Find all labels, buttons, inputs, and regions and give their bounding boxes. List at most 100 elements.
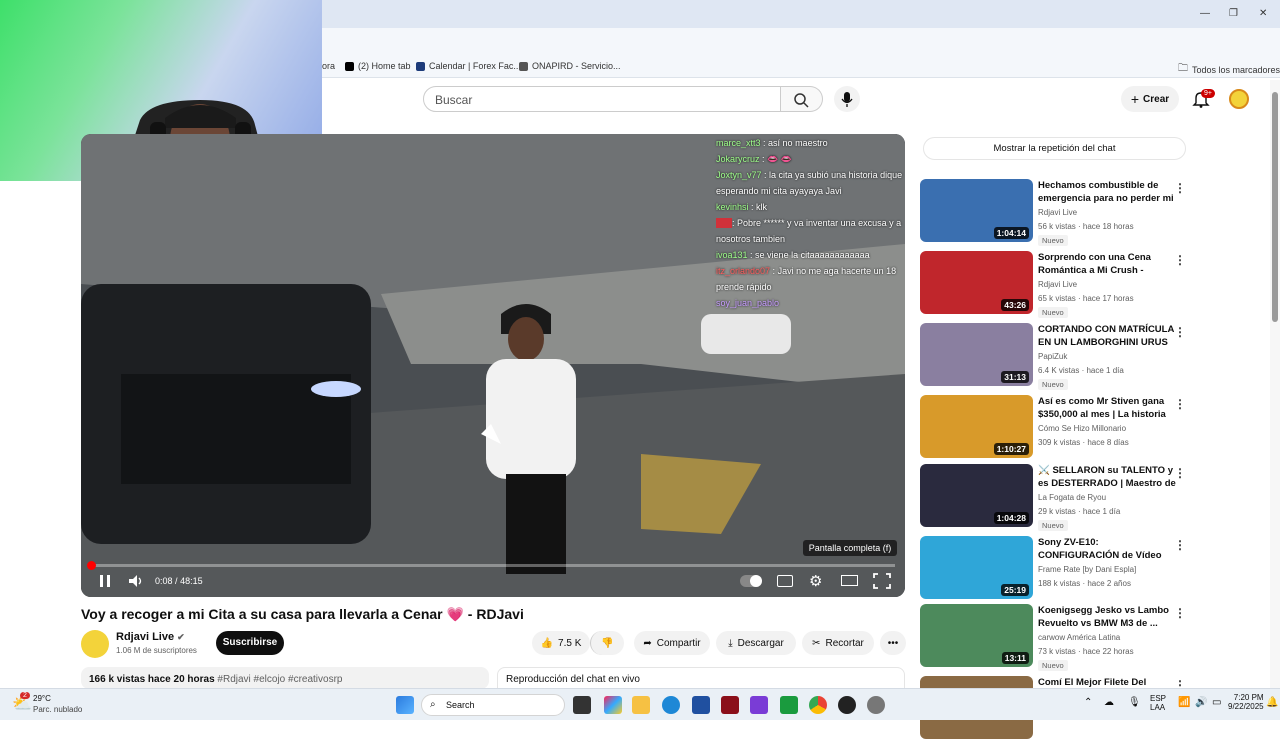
settings-icon[interactable] (867, 696, 885, 714)
recommendation-meta: 29 k vistas · hace 1 día (1038, 507, 1121, 516)
recommendation-title[interactable]: Koenigsegg Jesko vs Lambo Revuelto vs BM… (1038, 604, 1178, 630)
recommendation-title[interactable]: ⚔️ SELLARON su TALENTO y es DESTERRADO |… (1038, 464, 1178, 491)
video-thumbnail[interactable]: 31:13 (920, 323, 1033, 386)
recommendation-item[interactable]: 31:13 CORTANDO CON MATRÍCULA EN UN LAMBOR… (920, 323, 1190, 390)
create-button[interactable]: + Crear (1121, 86, 1179, 112)
search-icon (794, 93, 809, 108)
store-icon[interactable] (692, 696, 710, 714)
voice-search-button[interactable] (834, 86, 860, 112)
obs-icon[interactable] (838, 696, 856, 714)
recommendation-item[interactable]: 1:10:27 Así es como Mr Stiven gana $350,0… (920, 395, 1190, 459)
battery-icon[interactable]: ▭ (1212, 697, 1221, 708)
volume-button[interactable] (128, 574, 144, 593)
recommendation-channel[interactable]: Frame Rate [by Dani Espla] (1038, 565, 1136, 574)
download-button[interactable]: ⤓ Descargar (716, 631, 796, 655)
all-bookmarks[interactable]: 🗀 Todos los marcadores (1178, 61, 1280, 78)
settings-gear-icon[interactable]: ⚙ (809, 572, 822, 590)
more-options-icon[interactable]: ⋮ (1174, 466, 1186, 480)
chrome-icon[interactable] (809, 696, 827, 714)
recommendation-title[interactable]: Así es como Mr Stiven gana $350,000 al m… (1038, 395, 1178, 422)
recommendation-title[interactable]: Sorprendo con una Cena Romántica a Mi Cr… (1038, 251, 1178, 278)
recommendation-channel[interactable]: carwow América Latina (1038, 633, 1120, 642)
close-icon[interactable]: ✕ (1259, 8, 1267, 19)
restore-icon[interactable]: ❐ (1229, 8, 1238, 19)
video-thumbnail[interactable]: 13:11 (920, 604, 1033, 667)
theater-mode-icon[interactable] (841, 575, 858, 586)
recommendation-item[interactable]: 25:19 Sony ZV-E10: CONFIGURACIÓN de Vídeo… (920, 536, 1190, 600)
video-progress-bar[interactable] (91, 564, 895, 567)
more-actions-button[interactable]: ••• (880, 631, 906, 655)
video-thumbnail[interactable]: 1:04:14 (920, 179, 1033, 242)
recommendation-item[interactable]: 1:04:28 ⚔️ SELLARON su TALENTO y es DESTE… (920, 464, 1190, 531)
bookmark-item[interactable]: (2) Home tab (345, 61, 411, 71)
share-button[interactable]: ➦ Compartir (634, 631, 710, 655)
clock[interactable]: 7:20 PM 9/22/2025 (1228, 693, 1264, 711)
thumbs-up-icon: 👍 (540, 637, 554, 649)
recommendation-channel[interactable]: PapiZuk (1038, 352, 1067, 361)
channel-avatar[interactable] (81, 630, 109, 658)
subtitles-icon[interactable] (777, 575, 793, 587)
like-button[interactable]: 👍 7.5 K (532, 631, 590, 655)
recommendation-channel[interactable]: Rdjavi Live (1038, 280, 1077, 289)
recommendation-item[interactable]: 13:11 Koenigsegg Jesko vs Lambo Revuelto … (920, 604, 1190, 671)
video-thumbnail[interactable]: 1:04:28 (920, 464, 1033, 527)
new-badge: Nuevo (1038, 520, 1068, 531)
more-options-icon[interactable]: ⋮ (1174, 253, 1186, 267)
account-avatar[interactable] (1229, 89, 1249, 109)
more-options-icon[interactable]: ⋮ (1174, 606, 1186, 620)
recommendation-item[interactable]: 43:26 Sorprendo con una Cena Romántica a … (920, 251, 1190, 318)
recommendation-channel[interactable]: Rdjavi Live (1038, 208, 1077, 217)
more-options-icon[interactable]: ⋮ (1174, 181, 1186, 195)
video-thumbnail[interactable]: 25:19 (920, 536, 1033, 599)
edge-icon[interactable] (662, 696, 680, 714)
start-button[interactable] (396, 696, 414, 714)
volume-tray-icon[interactable]: 🔊 (1195, 697, 1207, 708)
task-view-icon[interactable] (573, 696, 591, 714)
app-icon[interactable] (721, 696, 739, 714)
description-box[interactable]: 166 k vistas hace 20 horas #Rdjavi #elco… (81, 667, 489, 689)
pause-button[interactable] (98, 574, 112, 593)
app-icon[interactable] (750, 696, 768, 714)
microphone-tray-icon[interactable]: 🎙 (1128, 697, 1141, 708)
xbox-icon[interactable] (780, 696, 798, 714)
new-badge: Nuevo (1038, 660, 1068, 671)
notification-center-icon[interactable]: 🔔 (1266, 697, 1278, 708)
subscribe-button[interactable]: Suscribirse (216, 631, 284, 655)
taskbar-search[interactable]: ⌕ Search (421, 694, 565, 716)
progress-scrubber[interactable] (87, 561, 96, 570)
new-badge: Nuevo (1038, 235, 1068, 246)
minimize-icon[interactable]: — (1200, 8, 1210, 19)
more-options-icon[interactable]: ⋮ (1174, 538, 1186, 552)
copilot-icon[interactable] (604, 696, 622, 714)
bookmark-item[interactable]: ora (322, 61, 335, 71)
more-options-icon[interactable]: ⋮ (1174, 325, 1186, 339)
volume-icon (129, 575, 142, 587)
recommendation-title[interactable]: Hechamos combustible de emergencia para … (1038, 179, 1178, 206)
video-thumbnail[interactable]: 43:26 (920, 251, 1033, 314)
autoplay-toggle[interactable] (740, 575, 762, 587)
wifi-icon[interactable]: 📶 (1178, 697, 1190, 708)
recommendation-title[interactable]: CORTANDO CON MATRÍCULA EN UN LAMBORGHINI… (1038, 323, 1178, 349)
fullscreen-button[interactable] (873, 573, 891, 594)
tray-chevron-icon[interactable]: ⌃ (1084, 697, 1092, 708)
more-options-icon[interactable]: ⋮ (1174, 397, 1186, 411)
video-thumbnail[interactable]: 1:10:27 (920, 395, 1033, 458)
bookmark-item[interactable]: Calendar | Forex Fac... (416, 61, 521, 71)
recommendation-channel[interactable]: La Fogata de Ryou (1038, 493, 1106, 502)
duration-badge: 25:19 (1001, 584, 1029, 596)
search-button[interactable] (781, 86, 823, 112)
search-input[interactable]: Buscar (423, 86, 781, 112)
clip-button[interactable]: ✂ Recortar (802, 631, 874, 655)
cloud-icon[interactable]: ☁ (1104, 697, 1114, 708)
dislike-button[interactable]: 👎 (590, 631, 624, 655)
plus-icon: + (1130, 91, 1140, 107)
scrollbar-thumb[interactable] (1272, 92, 1278, 322)
recommendation-title[interactable]: Sony ZV-E10: CONFIGURACIÓN de Vídeo para… (1038, 536, 1178, 563)
language-indicator[interactable]: ESP LAA (1150, 694, 1166, 712)
file-explorer-icon[interactable] (632, 696, 650, 714)
bookmark-item[interactable]: ONAPIRD - Servicio... (519, 61, 621, 71)
show-chat-replay-button[interactable]: Mostrar la repetición del chat (923, 137, 1186, 160)
recommendation-channel[interactable]: Cómo Se Hizo Millonario (1038, 424, 1126, 433)
channel-name[interactable]: Rdjavi Live ✔ (116, 631, 185, 643)
recommendation-item[interactable]: 1:04:14 Hechamos combustible de emergenci… (920, 179, 1190, 246)
